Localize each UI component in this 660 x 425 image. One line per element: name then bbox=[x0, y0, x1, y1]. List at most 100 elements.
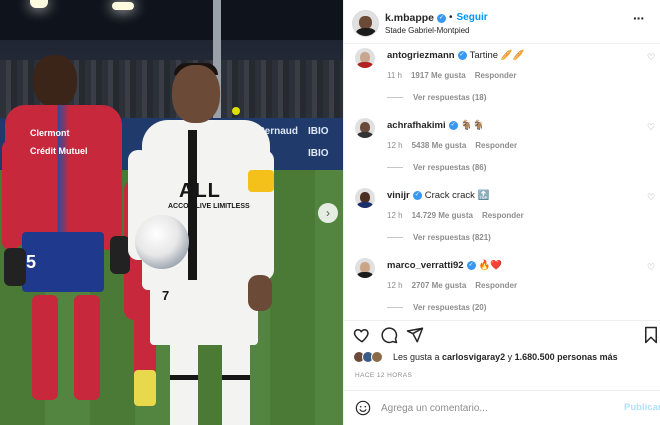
comment-avatar[interactable] bbox=[355, 258, 375, 278]
comment-likes[interactable]: 5438 Me gusta bbox=[412, 141, 467, 150]
comment-like-icon[interactable]: ♡ bbox=[647, 52, 655, 63]
reply-button[interactable]: Responder bbox=[482, 211, 524, 220]
floodlight bbox=[112, 2, 134, 10]
replies-divider bbox=[387, 97, 403, 99]
post-sidebar: k.mbappe ✓ • Seguir Stade Gabriel-Montpied… bbox=[343, 0, 660, 425]
comments-list[interactable]: antogriezmann ✓ Tartine 🥖🥖 11 h 1917 Me gus… bbox=[344, 44, 660, 320]
avatar-torso bbox=[355, 28, 376, 36]
comment-line: marco_verratti92 ✓ 🔥❤️ bbox=[387, 260, 502, 271]
comment-text: Crack crack 🔝 bbox=[424, 190, 490, 201]
comment-time[interactable]: 12 h bbox=[387, 211, 403, 220]
author-username-row[interactable]: k.mbappe ✓ bbox=[385, 12, 447, 24]
comment-time[interactable]: 12 h bbox=[387, 281, 403, 290]
bookmark-icon[interactable] bbox=[642, 326, 660, 344]
player-main-hand bbox=[248, 275, 272, 311]
comment-meta: 12 h 2707 Me gusta Responder bbox=[387, 281, 526, 290]
send-icon[interactable] bbox=[406, 326, 424, 344]
avatar-torso bbox=[357, 61, 373, 68]
follow-separator: • bbox=[449, 12, 453, 23]
comment-icon[interactable] bbox=[380, 326, 398, 344]
player-left-head bbox=[33, 55, 77, 107]
view-replies-button[interactable]: Ver respuestas (821) bbox=[387, 233, 491, 242]
avatar-face bbox=[360, 191, 370, 203]
publish-button[interactable]: Publicar bbox=[624, 402, 660, 413]
author-username[interactable]: k.mbappe bbox=[385, 12, 434, 24]
post-timestamp[interactable]: HACE 12 HORAS bbox=[355, 372, 412, 379]
more-options-icon[interactable]: ··· bbox=[633, 10, 645, 26]
shirt-sponsor-subtext: ACCOR LIVE LIMITLESS bbox=[168, 203, 250, 210]
avatar-torso bbox=[357, 131, 373, 138]
heart-icon[interactable] bbox=[353, 326, 371, 344]
player-left-glove bbox=[110, 236, 130, 274]
likes-middle: y bbox=[505, 352, 515, 362]
liker-avatar[interactable] bbox=[371, 351, 383, 363]
shirt-sponsor-text: Crédit Mutuel bbox=[30, 146, 88, 156]
comment-time[interactable]: 11 h bbox=[387, 71, 402, 80]
comment-username[interactable]: vinijr bbox=[387, 190, 410, 201]
avatar-face bbox=[360, 261, 370, 273]
comment-avatar[interactable] bbox=[355, 118, 375, 138]
comment-username[interactable]: marco_verratti92 bbox=[387, 260, 464, 271]
author-avatar[interactable] bbox=[353, 11, 378, 36]
reply-button[interactable]: Responder bbox=[475, 71, 517, 80]
comment-avatar[interactable] bbox=[355, 188, 375, 208]
view-replies-label[interactable]: Ver respuestas (20) bbox=[413, 303, 486, 312]
hoarding-text: IBIO bbox=[308, 126, 329, 137]
comment-likes[interactable]: 14.729 Me gusta bbox=[412, 211, 473, 220]
likes-prefix: Les gusta a bbox=[393, 352, 443, 362]
comment-like-icon[interactable]: ♡ bbox=[647, 122, 655, 133]
follow-label[interactable]: Seguir bbox=[457, 12, 488, 23]
comment-meta: 12 h 5438 Me gusta Responder bbox=[387, 141, 526, 150]
comment-time[interactable]: 12 h bbox=[387, 141, 403, 150]
background-player-boot bbox=[134, 370, 156, 406]
floodlight bbox=[30, 0, 48, 8]
emoji-icon[interactable] bbox=[355, 400, 371, 416]
post-photo[interactable]: Pernaud IBIO IBIO Clermont Crédit Mutuel… bbox=[0, 0, 343, 425]
comment-input[interactable] bbox=[381, 399, 611, 417]
comment-text: Tartine 🥖🥖 bbox=[469, 50, 525, 61]
view-replies-button[interactable]: Ver respuestas (86) bbox=[387, 163, 486, 172]
comment-text: 🐐🐐 bbox=[460, 120, 485, 131]
replies-divider bbox=[387, 237, 403, 239]
sock-band bbox=[222, 375, 250, 380]
shorts-number: 7 bbox=[162, 288, 170, 303]
player-main-leg bbox=[170, 345, 198, 425]
likes-text: Les gusta a carlosvigaray2 y 1.680.500 p… bbox=[393, 352, 618, 362]
likes-count[interactable]: 1.680.500 personas más bbox=[515, 352, 618, 362]
view-replies-label[interactable]: Ver respuestas (821) bbox=[413, 233, 491, 242]
replies-divider bbox=[387, 167, 403, 169]
comment-username[interactable]: achrafhakimi bbox=[387, 120, 446, 131]
reply-button[interactable]: Responder bbox=[475, 281, 517, 290]
comment-likes[interactable]: 2707 Me gusta bbox=[412, 281, 467, 290]
follow-button[interactable]: • Seguir bbox=[449, 12, 488, 23]
comment-like-icon[interactable]: ♡ bbox=[647, 262, 655, 273]
add-comment-bar: Publicar bbox=[344, 390, 660, 425]
comment-likes[interactable]: 1917 Me gusta bbox=[411, 71, 466, 80]
verified-badge-icon: ✓ bbox=[466, 260, 476, 270]
location-link[interactable]: Stade Gabriel-Montpied bbox=[385, 26, 470, 35]
verified-badge-icon: ✓ bbox=[448, 120, 458, 130]
liker-username[interactable]: carlosvigaray2 bbox=[442, 352, 505, 362]
view-replies-button[interactable]: Ver respuestas (20) bbox=[387, 303, 486, 312]
player-left-sock bbox=[74, 295, 100, 400]
hoarding-text: IBIO bbox=[308, 148, 329, 159]
comment-line: antogriezmann ✓ Tartine 🥖🥖 bbox=[387, 50, 524, 61]
comment-meta: 11 h 1917 Me gusta Responder bbox=[387, 71, 525, 80]
shirt-sponsor-text: ALL bbox=[179, 180, 221, 202]
likes-summary: Les gusta a carlosvigaray2 y 1.680.500 p… bbox=[353, 349, 653, 367]
view-replies-label[interactable]: Ver respuestas (86) bbox=[413, 163, 486, 172]
comment-meta: 12 h 14.729 Me gusta Responder bbox=[387, 211, 533, 220]
view-replies-button[interactable]: Ver respuestas (18) bbox=[387, 93, 486, 102]
comment-like-icon[interactable]: ♡ bbox=[647, 192, 655, 203]
stadium-roof bbox=[0, 0, 343, 40]
comment-line: achrafhakimi ✓ 🐐🐐 bbox=[387, 120, 484, 131]
comment-avatar[interactable] bbox=[355, 48, 375, 68]
reply-button[interactable]: Responder bbox=[475, 141, 517, 150]
shorts-number: 5 bbox=[26, 252, 37, 272]
comment-line: vinijr ✓ Crack crack 🔝 bbox=[387, 190, 489, 201]
comment-username[interactable]: antogriezmann bbox=[387, 50, 455, 61]
view-replies-label[interactable]: Ver respuestas (18) bbox=[413, 93, 486, 102]
verified-badge-icon: ✓ bbox=[437, 13, 447, 23]
background-light bbox=[232, 107, 240, 115]
next-photo-button[interactable]: › bbox=[318, 203, 338, 223]
